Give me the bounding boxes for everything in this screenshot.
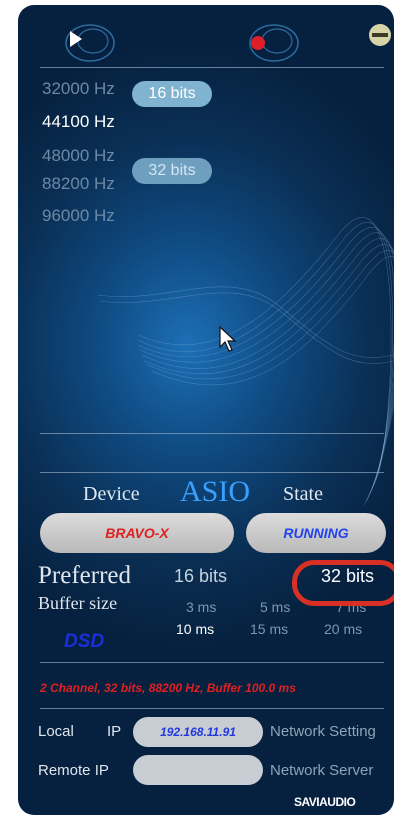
state-button[interactable]: RUNNING bbox=[246, 513, 386, 553]
device-label: Device bbox=[83, 483, 140, 505]
bits-16-pill[interactable]: 16 bits bbox=[132, 81, 212, 107]
minus-icon[interactable] bbox=[368, 23, 392, 47]
ip-label: IP bbox=[107, 723, 122, 740]
state-label: State bbox=[283, 483, 323, 505]
rate-48000[interactable]: 48000 Hz bbox=[42, 146, 115, 166]
local-label: Local bbox=[38, 723, 74, 740]
highlight-ring bbox=[292, 560, 394, 606]
brand-logo: SAVIAUDIO bbox=[294, 795, 356, 809]
control-panel: 32000 Hz 44100 Hz 48000 Hz 88200 Hz 9600… bbox=[18, 5, 394, 815]
remote-ip-label: Remote IP bbox=[38, 762, 109, 779]
network-setting-link[interactable]: Network Setting bbox=[270, 723, 376, 740]
play-icon[interactable] bbox=[60, 19, 120, 69]
bits-32-pill[interactable]: 32 bits bbox=[132, 158, 212, 184]
buffer-10ms[interactable]: 10 ms bbox=[176, 621, 214, 637]
local-ip-value: 192.168.11.91 bbox=[160, 725, 236, 739]
rate-88200[interactable]: 88200 Hz bbox=[42, 174, 115, 194]
top-separator bbox=[40, 67, 384, 68]
buffer-15ms[interactable]: 15 ms bbox=[250, 621, 288, 637]
status-separator bbox=[40, 662, 384, 663]
mid-separator-1 bbox=[40, 433, 384, 434]
device-select-button[interactable]: BRAVO-X bbox=[40, 513, 234, 553]
mid-separator-2 bbox=[40, 472, 384, 473]
buffer-3ms[interactable]: 3 ms bbox=[186, 599, 216, 615]
network-server-link[interactable]: Network Server bbox=[270, 762, 373, 779]
buffer-20ms[interactable]: 20 ms bbox=[324, 621, 362, 637]
local-ip-field[interactable]: 192.168.11.91 bbox=[133, 717, 263, 747]
preferred-bits-16[interactable]: 16 bits bbox=[174, 566, 227, 587]
asio-label: ASIO bbox=[180, 475, 251, 508]
remote-ip-field[interactable] bbox=[133, 755, 263, 785]
network-separator bbox=[40, 708, 384, 709]
rate-96000[interactable]: 96000 Hz bbox=[42, 206, 115, 226]
rate-32000[interactable]: 32000 Hz bbox=[42, 79, 115, 99]
record-icon[interactable] bbox=[244, 19, 304, 69]
cursor-icon bbox=[219, 325, 237, 352]
buffer-size-label: Buffer size bbox=[38, 593, 118, 613]
dsd-button[interactable]: DSD bbox=[64, 631, 104, 653]
preferred-label: Preferred bbox=[38, 562, 131, 589]
buffer-5ms[interactable]: 5 ms bbox=[260, 599, 290, 615]
rate-44100[interactable]: 44100 Hz bbox=[42, 112, 115, 132]
status-line: 2 Channel, 32 bits, 88200 Hz, Buffer 100… bbox=[40, 681, 296, 695]
